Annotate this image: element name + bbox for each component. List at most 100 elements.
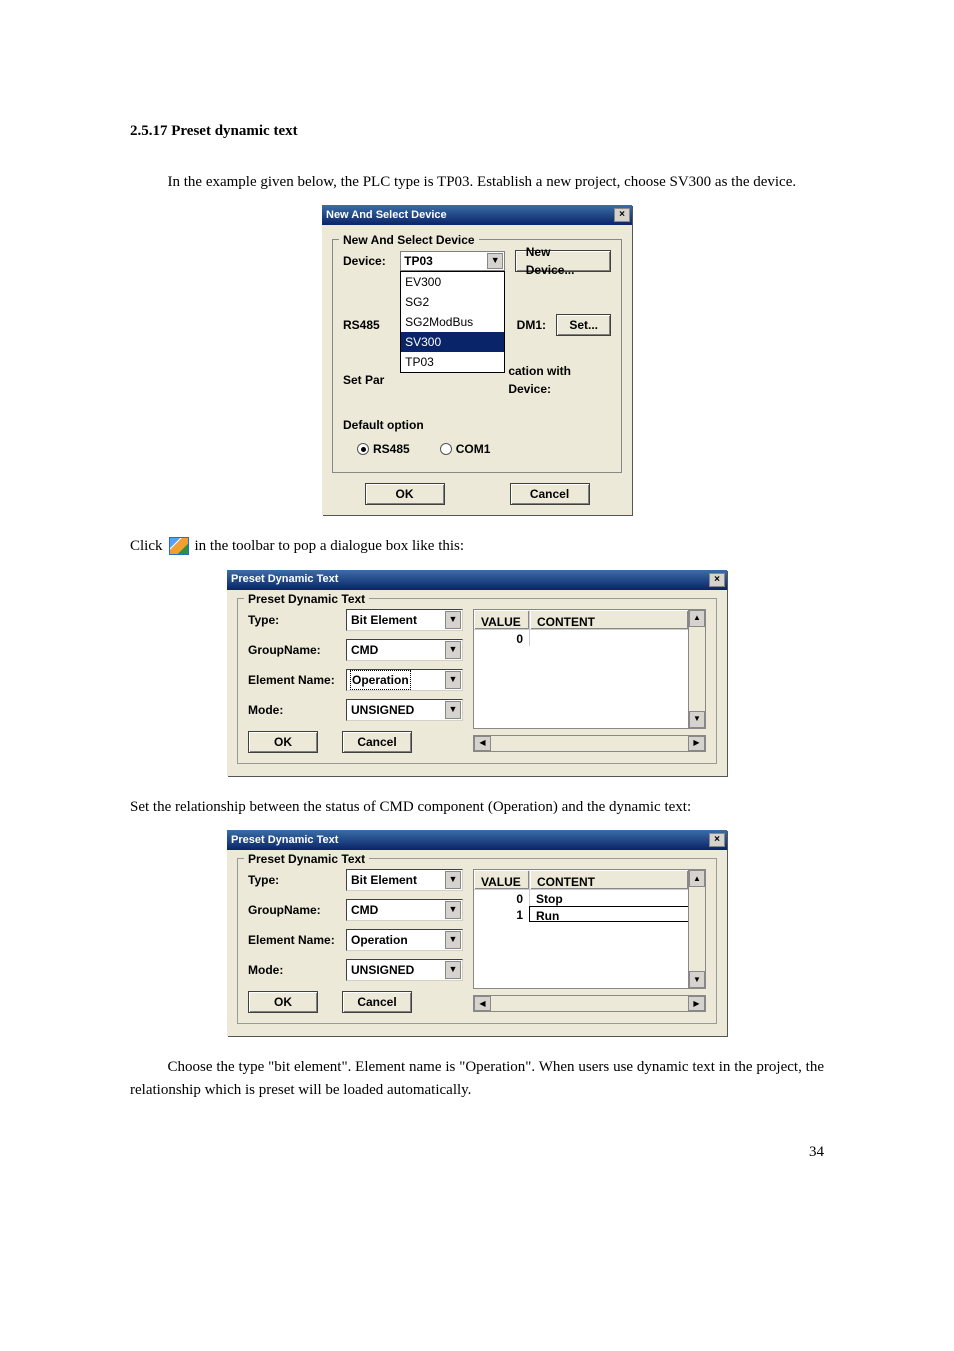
titlebar[interactable]: New And Select Device × <box>322 205 632 225</box>
preset-dynamic-text-dialog-2: Preset Dynamic Text × Preset Dynamic Tex… <box>227 830 727 1036</box>
type-label: Type: <box>248 871 346 889</box>
cell-value[interactable]: 1 <box>474 906 530 922</box>
set-button[interactable]: Set... <box>556 314 611 336</box>
dropdown-item[interactable]: TP03 <box>401 352 504 372</box>
value-content-table: VALUE CONTENT 0 Stop 1 <box>473 869 706 989</box>
chevron-down-icon[interactable]: ▼ <box>445 641 461 659</box>
cancel-button[interactable]: Cancel <box>342 731 412 753</box>
type-dropdown[interactable]: Bit Element ▼ <box>346 869 463 891</box>
para-3: Choose the type "bit element". Element n… <box>130 1056 824 1101</box>
ok-button[interactable]: OK <box>365 483 445 505</box>
radio-rs485-label: RS485 <box>373 440 410 458</box>
value-content-table: VALUE CONTENT 0 ▲ <box>473 609 706 729</box>
groupname-value: CMD <box>351 901 378 919</box>
mode-value: UNSIGNED <box>351 961 414 979</box>
scroll-left-icon[interactable]: ◀ <box>474 736 491 751</box>
scroll-down-icon[interactable]: ▼ <box>689 711 705 728</box>
device-dropdown[interactable]: TP03 ▼ EV300 SG2 SG2ModBus SV300 TP03 <box>400 251 505 271</box>
chevron-down-icon[interactable]: ▼ <box>445 961 461 979</box>
horizontal-scrollbar[interactable]: ◀ ▶ <box>473 735 706 752</box>
preset-dynamic-text-toolbar-icon <box>169 537 189 555</box>
th-content[interactable]: CONTENT <box>530 610 689 629</box>
scroll-right-icon[interactable]: ▶ <box>688 736 705 751</box>
chevron-down-icon[interactable]: ▼ <box>445 671 461 689</box>
new-and-select-device-dialog: New And Select Device × New And Select D… <box>322 205 632 515</box>
th-value[interactable]: VALUE <box>474 870 530 889</box>
section-heading: 2.5.17 Preset dynamic text <box>130 120 824 143</box>
titlebar[interactable]: Preset Dynamic Text × <box>227 570 727 590</box>
th-content[interactable]: CONTENT <box>530 870 689 889</box>
mode-dropdown[interactable]: UNSIGNED ▼ <box>346 699 463 721</box>
type-dropdown[interactable]: Bit Element ▼ <box>346 609 463 631</box>
new-device-button[interactable]: New Device... <box>515 250 611 272</box>
groupname-dropdown[interactable]: CMD ▼ <box>346 899 463 921</box>
groupname-dropdown[interactable]: CMD ▼ <box>346 639 463 661</box>
radio-rs485[interactable] <box>357 443 369 455</box>
groupname-label: GroupName: <box>248 641 346 659</box>
close-icon[interactable]: × <box>614 208 630 222</box>
cell-content[interactable]: Run <box>530 907 705 921</box>
comm-suffix-label: cation with Device: <box>508 362 611 398</box>
table-row[interactable]: 0 Stop <box>474 890 705 906</box>
chevron-down-icon[interactable]: ▼ <box>445 611 461 629</box>
titlebar[interactable]: Preset Dynamic Text × <box>227 830 727 850</box>
cell-content[interactable]: Stop <box>530 890 705 906</box>
type-value: Bit Element <box>351 611 417 629</box>
table-row[interactable]: 1 Run <box>474 906 705 922</box>
group-label: Preset Dynamic Text <box>244 850 369 868</box>
preset-dynamic-text-dialog-1: Preset Dynamic Text × Preset Dynamic Tex… <box>227 570 727 776</box>
cancel-button[interactable]: Cancel <box>510 483 590 505</box>
ok-button[interactable]: OK <box>248 991 318 1013</box>
type-value: Bit Element <box>351 871 417 889</box>
scroll-track[interactable] <box>689 627 705 711</box>
vertical-scrollbar[interactable]: ▲ ▼ <box>688 870 705 988</box>
close-icon[interactable]: × <box>709 833 725 847</box>
vertical-scrollbar[interactable]: ▲ ▼ <box>688 610 705 728</box>
dropdown-item[interactable]: SG2 <box>401 292 504 312</box>
groupname-label: GroupName: <box>248 901 346 919</box>
group-label: Preset Dynamic Text <box>244 590 369 608</box>
scroll-right-icon[interactable]: ▶ <box>688 996 705 1011</box>
scroll-left-icon[interactable]: ◀ <box>474 996 491 1011</box>
chevron-down-icon[interactable]: ▼ <box>445 931 461 949</box>
click-pre: Click <box>130 535 163 558</box>
elementname-label: Element Name: <box>248 671 346 689</box>
close-icon[interactable]: × <box>709 573 725 587</box>
dropdown-item[interactable]: EV300 <box>401 272 504 292</box>
chevron-down-icon[interactable]: ▼ <box>487 253 503 269</box>
scroll-track[interactable] <box>491 736 688 751</box>
titlebar-text: New And Select Device <box>326 207 614 224</box>
cell-content[interactable] <box>530 630 705 646</box>
click-para: Click in the toolbar to pop a dialogue b… <box>130 535 824 558</box>
cell-value[interactable]: 0 <box>474 630 530 646</box>
radio-com1-label: COM1 <box>456 440 491 458</box>
radio-com1[interactable] <box>440 443 452 455</box>
elementname-value: Operation <box>351 671 410 689</box>
chevron-down-icon[interactable]: ▼ <box>445 701 461 719</box>
elementname-dropdown[interactable]: Operation ▼ <box>346 929 463 951</box>
chevron-down-icon[interactable]: ▼ <box>445 901 461 919</box>
cancel-button[interactable]: Cancel <box>342 991 412 1013</box>
dropdown-item[interactable]: SG2ModBus <box>401 312 504 332</box>
page-number: 34 <box>130 1141 824 1164</box>
chevron-down-icon[interactable]: ▼ <box>445 871 461 889</box>
elementname-dropdown[interactable]: Operation ▼ <box>346 669 463 691</box>
elementname-label: Element Name: <box>248 931 346 949</box>
scroll-down-icon[interactable]: ▼ <box>689 971 705 988</box>
scroll-up-icon[interactable]: ▲ <box>689 610 705 627</box>
horizontal-scrollbar[interactable]: ◀ ▶ <box>473 995 706 1012</box>
mode-dropdown[interactable]: UNSIGNED ▼ <box>346 959 463 981</box>
dropdown-item[interactable]: SV300 <box>401 332 504 352</box>
titlebar-text: Preset Dynamic Text <box>231 571 709 588</box>
table-row[interactable]: 0 <box>474 630 705 646</box>
scroll-track[interactable] <box>491 996 688 1011</box>
type-label: Type: <box>248 611 346 629</box>
scroll-track[interactable] <box>689 887 705 971</box>
scroll-up-icon[interactable]: ▲ <box>689 870 705 887</box>
th-value[interactable]: VALUE <box>474 610 530 629</box>
group-label: New And Select Device <box>339 231 479 249</box>
device-dropdown-list[interactable]: EV300 SG2 SG2ModBus SV300 TP03 <box>400 271 505 373</box>
cell-value[interactable]: 0 <box>474 890 530 906</box>
device-label: Device: <box>343 252 400 270</box>
ok-button[interactable]: OK <box>248 731 318 753</box>
